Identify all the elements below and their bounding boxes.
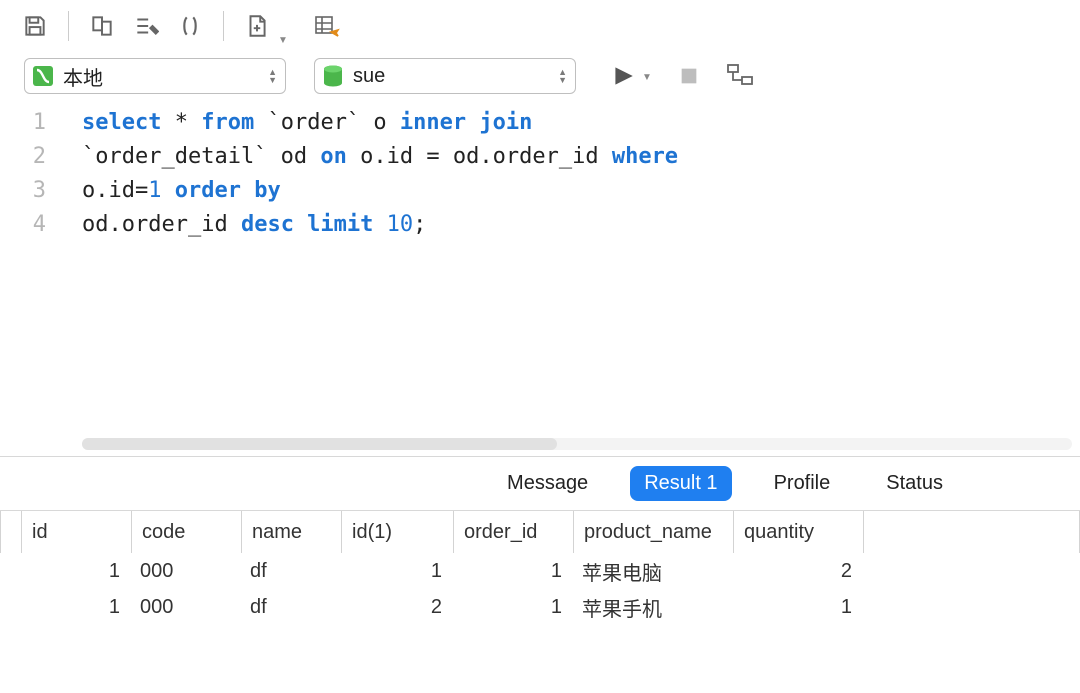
column-header[interactable]: order_id [454,511,574,553]
code-line[interactable]: o.id=1 order by [82,174,1060,208]
cell[interactable]: 苹果手机 [572,593,732,622]
horizontal-scrollbar[interactable] [82,438,1072,450]
cell[interactable]: 2 [340,596,452,619]
results-grid: idcodenameid(1)order_idproduct_namequant… [0,510,1080,625]
code-line[interactable]: select * from `order` o inner join [82,106,1060,140]
line-number: 2 [0,140,46,174]
grid-header-spacer [0,511,22,553]
column-header[interactable]: code [132,511,242,553]
cell[interactable]: 000 [130,560,240,583]
code-line[interactable]: od.order_id desc limit 10; [82,208,1060,242]
tab-status[interactable]: Status [872,466,957,501]
connection-icon [31,64,55,88]
table-row[interactable]: 1000df21苹果手机1 [0,589,1080,625]
code-line[interactable]: `order_detail` od on o.id = od.order_id … [82,140,1060,174]
dropdown-indicator-icon[interactable]: ▼ [642,72,652,89]
line-number: 3 [0,174,46,208]
chevron-updown-icon: ▲▼ [268,68,277,84]
table-row[interactable]: 1000df11苹果电脑2 [0,553,1080,589]
chevron-updown-icon: ▲▼ [558,68,567,84]
line-number: 1 [0,106,46,140]
database-selector[interactable]: sue ▲▼ [314,58,576,94]
grid-header: idcodenameid(1)order_idproduct_namequant… [0,511,1080,553]
cell[interactable]: 000 [130,596,240,619]
separator [223,11,224,41]
cell[interactable]: 2 [732,560,862,583]
run-controls: ▼ [610,63,754,89]
results-tabs: Message Result 1 Profile Status [0,456,1080,510]
database-label: sue [353,65,385,88]
column-header[interactable]: product_name [574,511,734,553]
run-icon[interactable] [610,63,636,89]
database-icon [321,64,345,88]
dropdown-indicator-icon[interactable]: ▼ [278,35,288,52]
tab-message[interactable]: Message [493,466,602,501]
new-document-icon[interactable] [240,9,274,43]
cell[interactable]: 1 [732,596,862,619]
cell[interactable]: 1 [20,596,130,619]
connection-label: 本地 [63,62,103,91]
stop-icon[interactable] [678,65,700,87]
tab-profile[interactable]: Profile [760,466,845,501]
cell[interactable]: df [240,596,340,619]
duplicate-icon[interactable] [85,9,119,43]
edit-list-icon[interactable] [129,9,163,43]
line-gutter: 1234 [0,106,62,456]
column-header-spacer [864,511,1080,553]
cell[interactable]: 1 [20,560,130,583]
column-header[interactable]: quantity [734,511,864,553]
layout-tree-icon[interactable] [726,63,754,89]
toolbar: ▼ [0,0,1080,52]
code-area[interactable]: select * from `order` o inner join`order… [62,106,1080,456]
save-icon[interactable] [18,9,52,43]
connection-selector[interactable]: 本地 ▲▼ [24,58,286,94]
cell[interactable]: 苹果电脑 [572,557,732,586]
cell[interactable]: df [240,560,340,583]
cell[interactable]: 1 [452,596,572,619]
line-number: 4 [0,208,46,242]
column-header[interactable]: id(1) [342,511,454,553]
separator [68,11,69,41]
cell[interactable]: 1 [452,560,572,583]
cell[interactable]: 1 [340,560,452,583]
export-grid-icon[interactable] [310,9,344,43]
parentheses-icon[interactable] [173,9,207,43]
column-header[interactable]: name [242,511,342,553]
sql-editor[interactable]: 1234 select * from `order` o inner join`… [0,100,1080,456]
selectors-row: 本地 ▲▼ sue ▲▼ ▼ [0,52,1080,100]
tab-result[interactable]: Result 1 [630,466,731,501]
column-header[interactable]: id [22,511,132,553]
